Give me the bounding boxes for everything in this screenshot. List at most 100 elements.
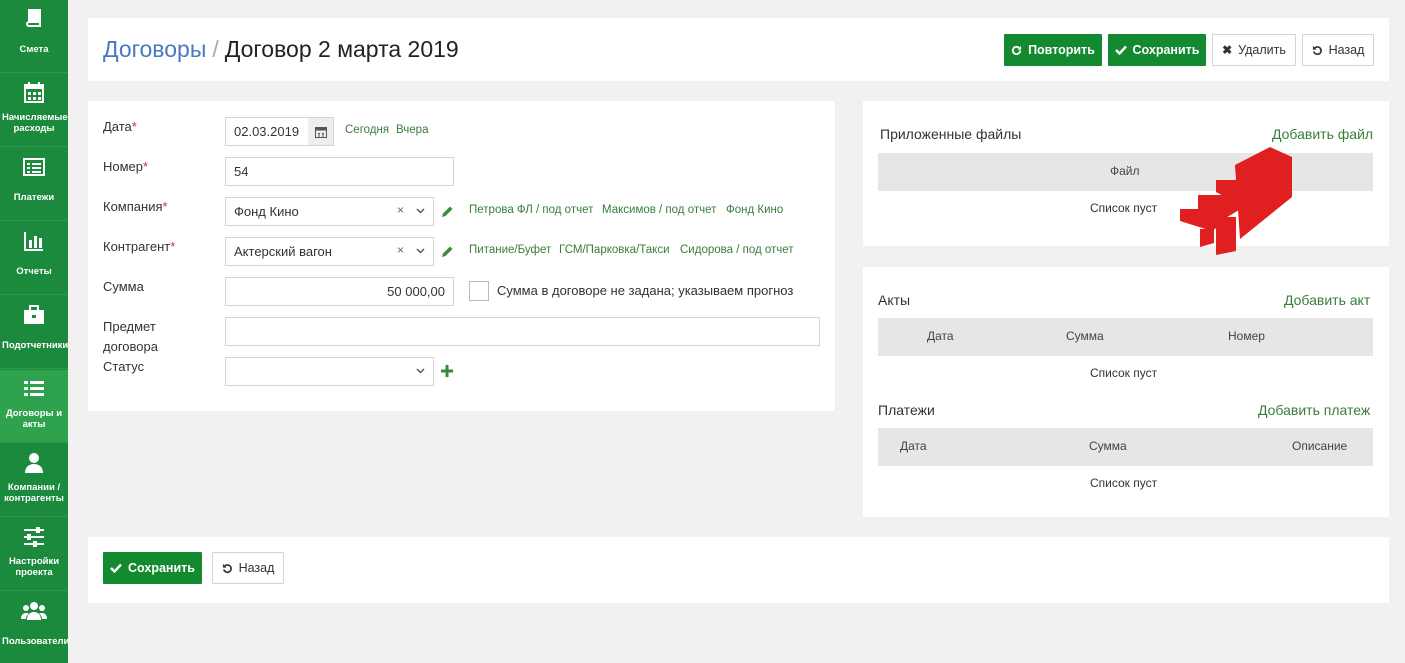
repeat-button-label: Повторить xyxy=(1028,43,1095,57)
briefcase-icon xyxy=(0,304,68,326)
list-card-icon xyxy=(0,156,68,178)
user-icon xyxy=(0,452,68,474)
acts-column-date: Дата xyxy=(927,329,954,343)
sidebar-item-label: Отчеты xyxy=(16,266,52,277)
chevron-down-icon[interactable] xyxy=(416,208,425,214)
company-quick-link[interactable]: Максимов / под отчет xyxy=(602,204,716,216)
status-label: Статус xyxy=(103,359,145,374)
add-status-icon[interactable] xyxy=(441,365,453,377)
files-column-header: Файл xyxy=(1110,164,1140,178)
footer-back-button[interactable]: Назад xyxy=(212,552,284,584)
acts-empty-text: Список пуст xyxy=(1090,366,1158,380)
breadcrumb-separator: / xyxy=(212,36,219,62)
undo-icon xyxy=(1312,45,1322,55)
watermark-logo-icon xyxy=(1180,147,1292,255)
payments-column-date: Дата xyxy=(900,439,927,453)
sidebar-item-label: Смета xyxy=(19,44,49,55)
sidebar-item-label: Настройки проекта xyxy=(8,556,60,578)
yesterday-link[interactable]: Вчера xyxy=(396,124,428,136)
repeat-button[interactable]: Повторить xyxy=(1004,34,1102,66)
footer-save-button-label: Сохранить xyxy=(128,561,195,575)
refresh-icon xyxy=(1012,45,1022,55)
sidebar: Смета Начисляемые расходы Платежи Отчеты… xyxy=(0,0,69,663)
add-act-link[interactable]: Добавить акт xyxy=(1284,292,1370,308)
date-label: Дата* xyxy=(103,119,137,134)
page-title: Договор 2 марта 2019 xyxy=(224,36,459,62)
sliders-icon xyxy=(0,526,68,548)
sidebar-item-label: Начисляемые расходы xyxy=(2,112,68,134)
subject-input[interactable] xyxy=(225,317,820,346)
bar-chart-icon xyxy=(0,230,68,252)
forecast-checkbox-label: Сумма в договоре не задана; указываем пр… xyxy=(497,283,794,298)
acts-table-header: Дата Сумма Номер xyxy=(878,318,1373,356)
back-button-label: Назад xyxy=(1328,43,1365,57)
counterparty-label: Контрагент* xyxy=(103,239,176,254)
forecast-checkbox[interactable] xyxy=(469,281,489,301)
counterparty-select-value: Актерский вагон xyxy=(234,244,332,259)
sidebar-item-users[interactable]: Пользователи xyxy=(0,592,69,663)
save-button-label: Сохранить xyxy=(1132,43,1200,57)
sidebar-item-accountables[interactable]: Подотчетники xyxy=(0,296,68,369)
acts-title: Акты xyxy=(878,292,911,308)
undo-icon xyxy=(222,563,232,573)
book-icon xyxy=(0,8,68,30)
list-icon xyxy=(0,378,68,400)
calendar-icon xyxy=(314,126,327,138)
counterparty-quick-link[interactable]: Сидорова / под отчет xyxy=(680,244,794,256)
files-title: Приложенные файлы xyxy=(880,126,1022,142)
check-icon xyxy=(110,563,122,573)
counterparty-quick-link[interactable]: Питание/Буфет xyxy=(469,244,551,256)
breadcrumb: Договоры / Договор 2 марта 2019 xyxy=(103,36,459,63)
payments-column-description: Описание xyxy=(1292,439,1348,453)
sidebar-item-companies[interactable]: Компании / контрагенты xyxy=(0,444,68,517)
sidebar-item-label: Компании / контрагенты xyxy=(4,482,64,504)
footer-save-button[interactable]: Сохранить xyxy=(103,552,202,584)
form-panel xyxy=(88,101,835,411)
payments-table-header: Дата Сумма Описание xyxy=(878,428,1373,466)
check-icon xyxy=(1114,45,1127,55)
files-empty-text: Список пуст xyxy=(1090,201,1158,215)
subject-label: Предмет договора xyxy=(103,319,158,354)
number-label: Номер* xyxy=(103,159,149,174)
sidebar-item-contracts[interactable]: Договоры и акты xyxy=(0,370,68,443)
delete-button-label: Удалить xyxy=(1238,43,1286,57)
sidebar-item-label: Платежи xyxy=(13,192,55,203)
delete-button[interactable]: ✖ Удалить xyxy=(1212,34,1296,66)
pencil-icon[interactable] xyxy=(441,205,454,218)
today-link[interactable]: Сегодня xyxy=(345,124,389,136)
users-icon xyxy=(0,600,68,622)
calendar-picker-button[interactable] xyxy=(308,117,334,146)
sidebar-item-estimate[interactable]: Смета xyxy=(0,0,68,73)
sidebar-item-label: Договоры и акты xyxy=(5,408,63,430)
clear-icon[interactable]: × xyxy=(397,243,404,257)
chevron-down-icon[interactable] xyxy=(416,248,425,254)
company-quick-link[interactable]: Фонд Кино xyxy=(726,204,783,216)
sum-label: Сумма xyxy=(103,279,144,294)
sidebar-item-project-settings[interactable]: Настройки проекта xyxy=(0,518,68,591)
counterparty-quick-link[interactable]: ГСМ/Парковка/Такси xyxy=(559,244,670,256)
payments-column-sum: Сумма xyxy=(1089,439,1127,453)
add-payment-link[interactable]: Добавить платеж xyxy=(1258,402,1370,418)
sidebar-item-label: Подотчетники xyxy=(2,340,69,351)
acts-column-number: Номер xyxy=(1228,329,1265,343)
payments-empty-text: Список пуст xyxy=(1090,476,1158,490)
clear-icon[interactable]: × xyxy=(397,203,404,217)
files-table-header: Файл xyxy=(878,153,1373,191)
pencil-icon[interactable] xyxy=(441,245,454,258)
company-quick-link[interactable]: Петрова ФЛ / под отчет xyxy=(469,204,593,216)
calendar-icon xyxy=(0,82,68,104)
add-file-link[interactable]: Добавить файл xyxy=(1272,126,1373,142)
sidebar-item-reports[interactable]: Отчеты xyxy=(0,222,68,295)
sum-input[interactable]: 50 000,00 xyxy=(225,277,454,306)
back-button[interactable]: Назад xyxy=(1302,34,1374,66)
date-input[interactable]: 02.03.2019 xyxy=(225,117,309,146)
breadcrumb-contracts-link[interactable]: Договоры xyxy=(103,36,206,62)
company-select-value: Фонд Кино xyxy=(234,204,299,219)
status-select[interactable] xyxy=(225,357,434,386)
footer-back-button-label: Назад xyxy=(238,561,275,575)
chevron-down-icon[interactable] xyxy=(416,368,425,374)
sidebar-item-accrued-expenses[interactable]: Начисляемые расходы xyxy=(0,74,68,147)
save-button[interactable]: Сохранить xyxy=(1108,34,1206,66)
sidebar-item-payments[interactable]: Платежи xyxy=(0,148,68,221)
number-input[interactable]: 54 xyxy=(225,157,454,186)
